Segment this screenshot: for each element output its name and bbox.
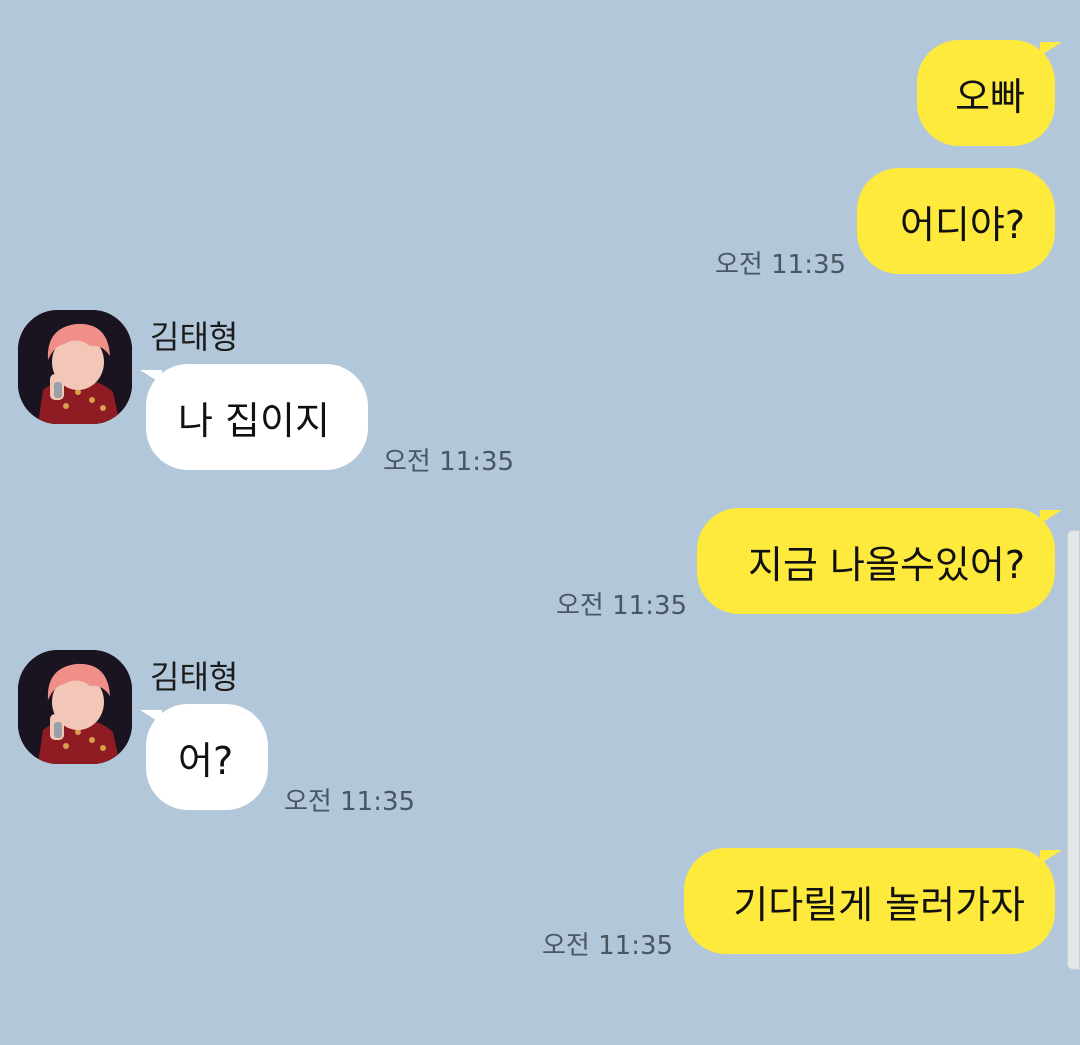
message-text: 오빠 bbox=[955, 74, 1025, 119]
contact-name: 김태형 bbox=[150, 318, 239, 356]
message-timestamp: 오전 11:35 bbox=[383, 447, 515, 477]
message-timestamp: 오전 11:35 bbox=[542, 931, 674, 961]
their-message-bubble[interactable]: 나 집이지 bbox=[146, 364, 368, 470]
message-text: 나 집이지 bbox=[178, 398, 330, 443]
message-timestamp: 오전 11:35 bbox=[284, 787, 416, 817]
message-timestamp: 오전 11:35 bbox=[556, 591, 688, 621]
bubble-tail bbox=[1040, 42, 1062, 56]
scrollbar[interactable] bbox=[1067, 530, 1080, 970]
message-text: 어디야? bbox=[899, 202, 1025, 247]
my-message-bubble[interactable]: 어디야? bbox=[857, 168, 1055, 274]
contact-avatar[interactable] bbox=[18, 310, 132, 424]
my-message-bubble[interactable]: 오빠 bbox=[917, 40, 1055, 146]
profile-photo-icon bbox=[18, 310, 132, 424]
chat-area[interactable]: 오빠 어디야? 오전 11:35 김태형 나 집이지 오전 11:35 지금 나… bbox=[0, 0, 1080, 1045]
message-text: 기다릴게 놀러가자 bbox=[733, 882, 1025, 927]
message-timestamp: 오전 11:35 bbox=[715, 250, 847, 280]
their-message-bubble[interactable]: 어? bbox=[146, 704, 268, 810]
message-text: 어? bbox=[178, 738, 234, 783]
message-text: 지금 나올수있어? bbox=[748, 542, 1025, 587]
my-message-bubble[interactable]: 기다릴게 놀러가자 bbox=[684, 848, 1055, 954]
my-message-bubble[interactable]: 지금 나올수있어? bbox=[697, 508, 1055, 614]
profile-photo-icon bbox=[18, 650, 132, 764]
bubble-tail bbox=[1040, 850, 1062, 864]
contact-avatar[interactable] bbox=[18, 650, 132, 764]
contact-name: 김태형 bbox=[150, 658, 239, 696]
bubble-tail bbox=[1040, 510, 1062, 524]
